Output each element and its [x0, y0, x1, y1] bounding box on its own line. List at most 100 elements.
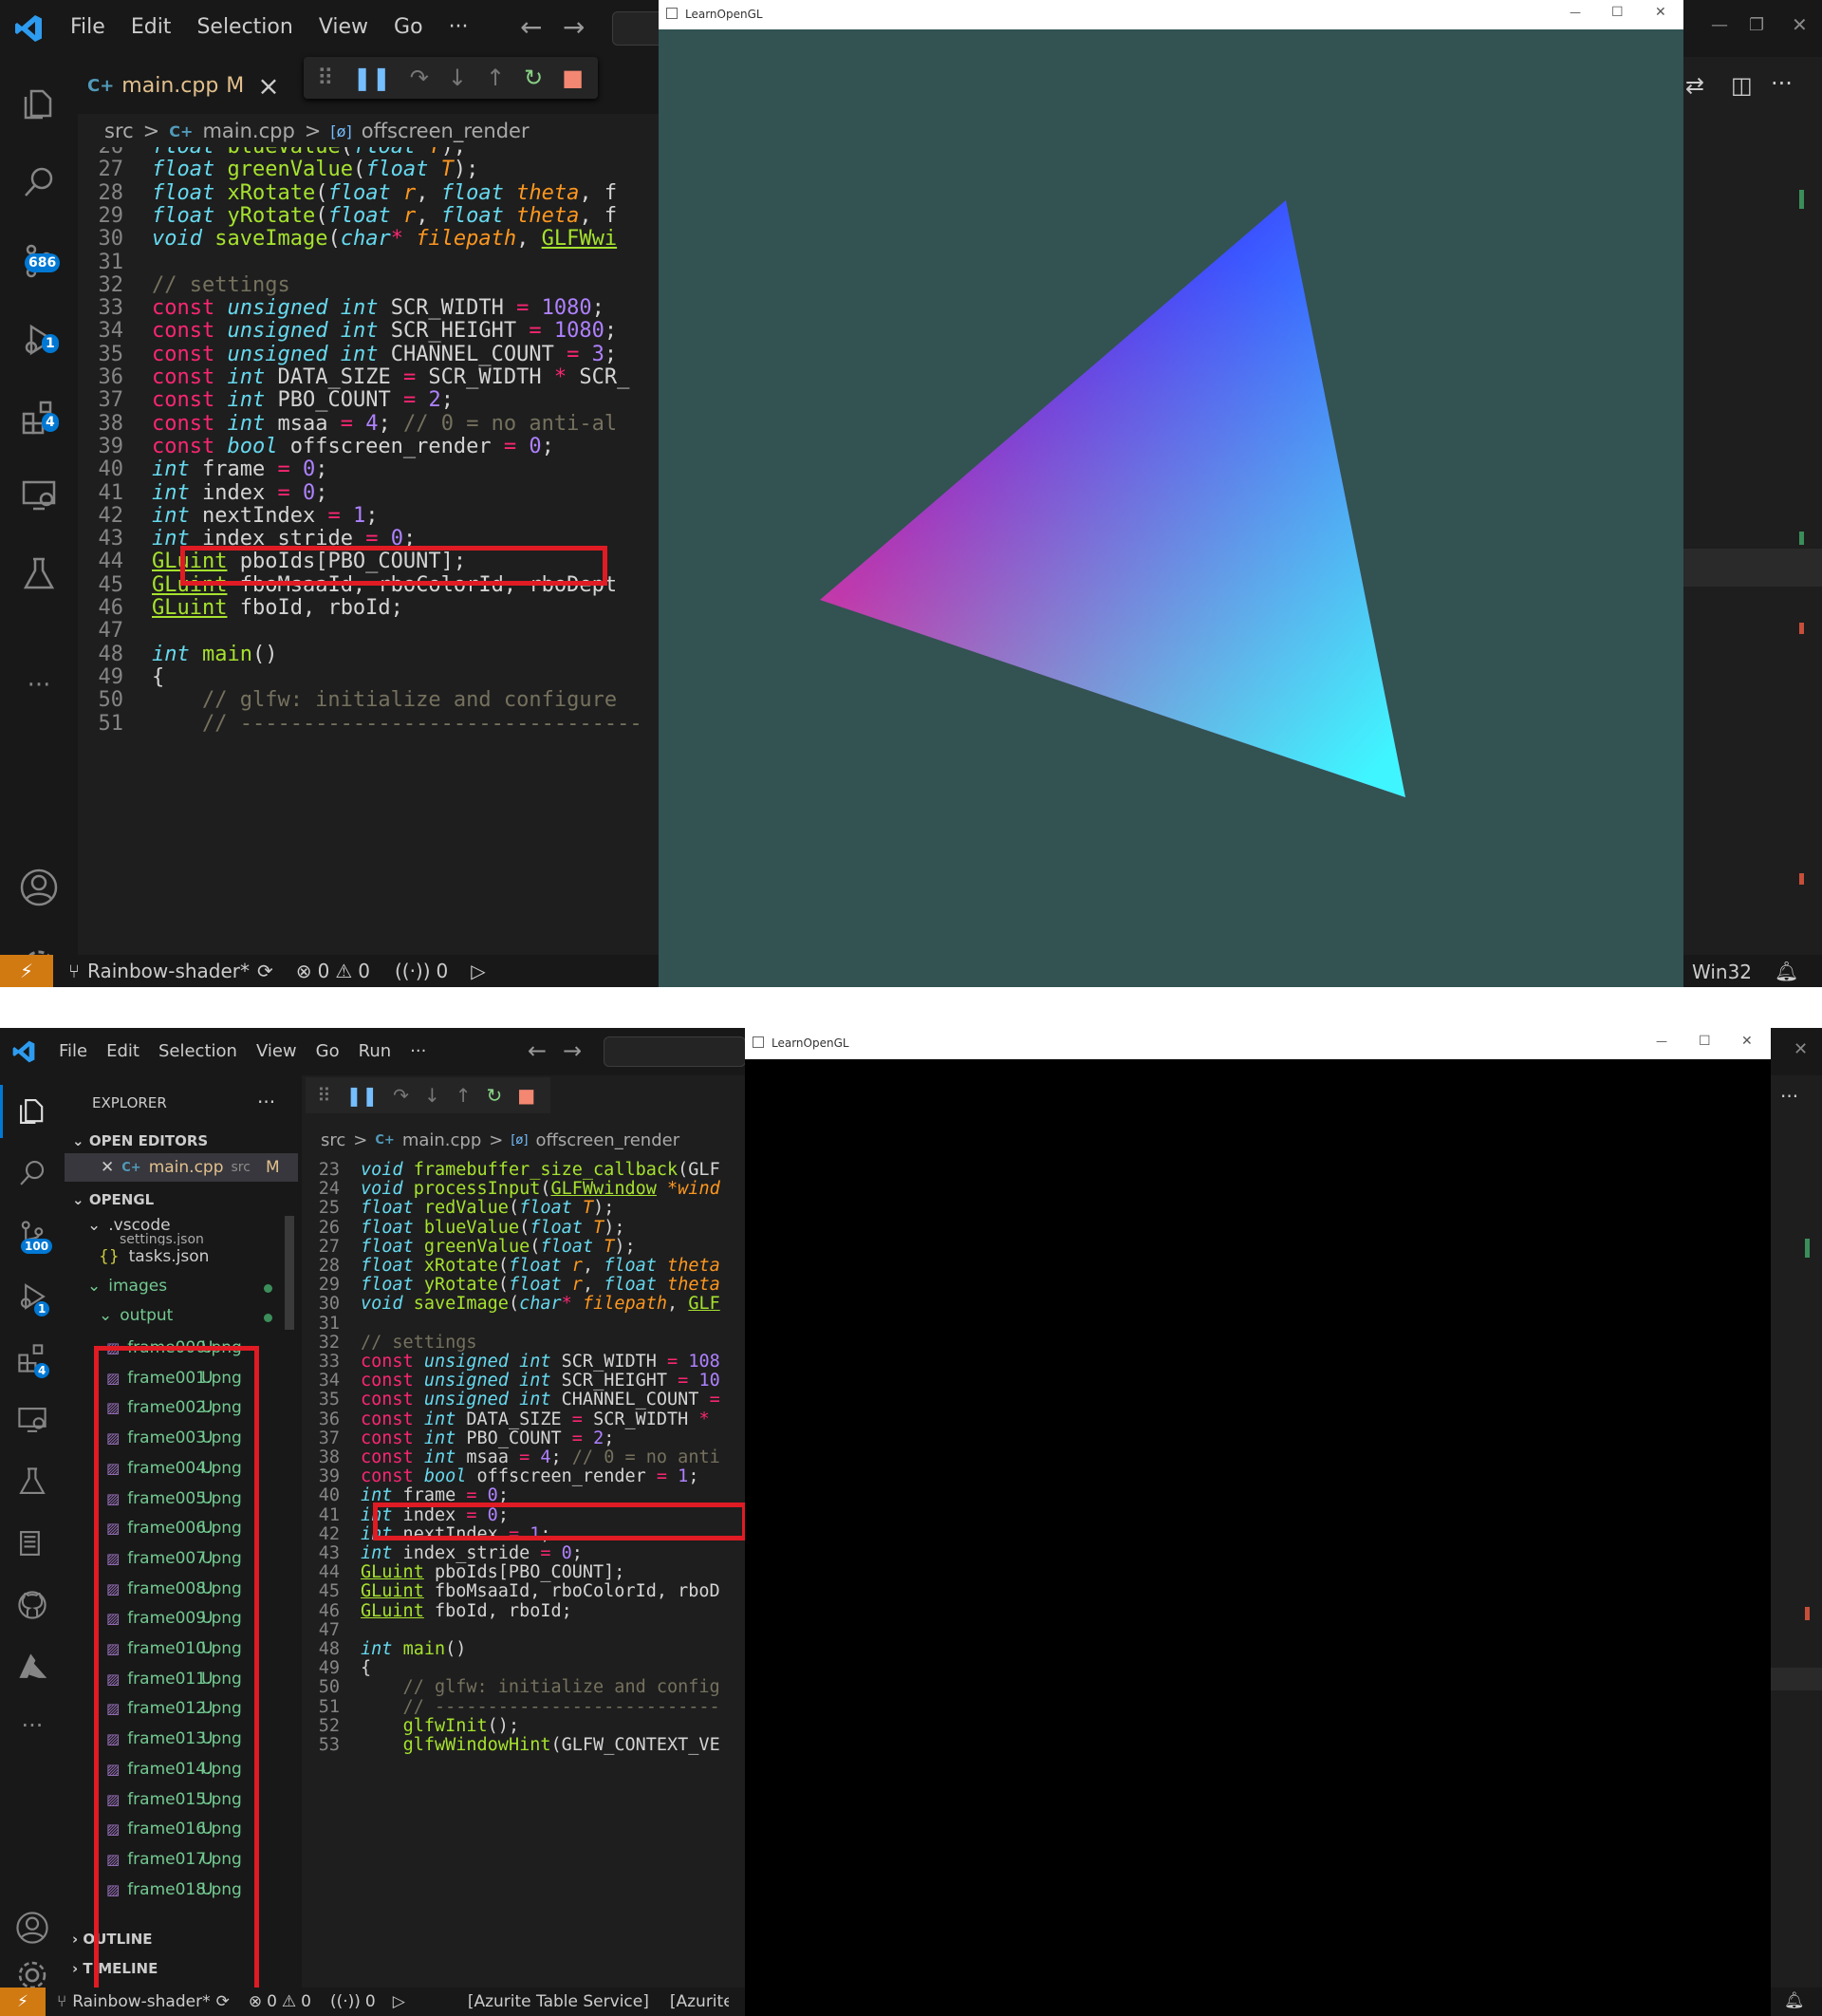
debug-launch-icon[interactable]: ▷ [471, 960, 485, 982]
notifications-bell-icon[interactable]: 🔔︎ [1775, 960, 1798, 982]
stop-icon[interactable]: ■ [562, 65, 584, 91]
code-line[interactable]: 49 { [304, 1658, 371, 1678]
drag-handle-icon[interactable]: ⠿ [317, 65, 334, 91]
file-settings-json[interactable]: settings.json [120, 1232, 204, 1245]
code-line[interactable]: 49 { [78, 665, 165, 689]
code-line[interactable]: 47 [78, 619, 152, 643]
breadcrumb-symbol[interactable]: offscreen_render [362, 120, 530, 142]
compare-changes-icon[interactable]: ⇄ [1685, 72, 1704, 99]
code-line[interactable]: 39 const bool offscreen_render = 0; [78, 435, 554, 458]
tab-close-icon[interactable]: × [257, 70, 279, 102]
menu-item-run[interactable]: Run [359, 1041, 392, 1061]
code-line[interactable]: 31 [78, 251, 152, 274]
code-line[interactable]: 34 const unsigned int SCR_HEIGHT = 1080; [78, 320, 618, 344]
nav-back-icon[interactable]: ← [520, 11, 542, 43]
code-line[interactable]: 35 const unsigned int CHANNEL_COUNT = [304, 1391, 720, 1409]
code-line[interactable]: 46 GLuint fboId, rboId; [304, 1601, 572, 1621]
code-line[interactable]: 40 int frame = 0; [78, 457, 328, 481]
menu-item-go[interactable]: Go [316, 1041, 340, 1061]
code-line[interactable]: 39 const bool offscreen_render = 1; [304, 1466, 699, 1486]
menu-item-selection[interactable]: Selection [196, 15, 292, 39]
restart-icon[interactable]: ↻ [524, 65, 543, 91]
menu-item-view[interactable]: View [256, 1041, 297, 1061]
opengl-window[interactable]: LearnOpenGL — ☐ ✕ [659, 0, 1683, 987]
explorer-icon[interactable] [0, 1085, 65, 1138]
code-line[interactable]: 51 // --------------------------- [304, 1697, 720, 1717]
branch-item[interactable]: ⑂ Rainbow-shader* ⟳ [57, 1992, 230, 2011]
remote-explorer-icon[interactable] [0, 1393, 65, 1447]
nav-forward-icon[interactable]: → [563, 1037, 582, 1064]
menu-item-file[interactable]: File [59, 1041, 87, 1061]
step-over-icon[interactable]: ↷ [410, 65, 429, 91]
open-editor-item[interactable]: ✕ C+ main.cpp src M [65, 1153, 298, 1182]
explorer-icon[interactable] [0, 66, 78, 142]
menu-item-moremoremore[interactable]: ··· [410, 1041, 426, 1061]
step-into-icon[interactable]: ↓ [448, 65, 467, 91]
code-line[interactable]: 34 const unsigned int SCR_HEIGHT = 10 [304, 1371, 720, 1391]
code-line[interactable]: 32 // settings [78, 273, 290, 297]
code-line[interactable]: 41 int index = 0; [78, 481, 328, 505]
code-line[interactable]: 32 // settings [304, 1333, 477, 1353]
editor-tab-main-cpp[interactable]: C+ main.cpp M × [87, 57, 280, 114]
code-line[interactable]: 42 int nextIndex = 1; [78, 504, 379, 528]
branch-item[interactable]: ⑂ Rainbow-shader* ⟳ [68, 960, 273, 982]
code-line[interactable]: 51 // -------------------------------- [78, 712, 642, 736]
azurite-table-service[interactable]: [Azurite Table Service] [468, 1992, 649, 2011]
step-out-icon[interactable]: ↑ [456, 1084, 472, 1107]
remote-indicator-icon[interactable]: ⚡ [0, 955, 53, 987]
notifications-bell-icon[interactable]: 🔔︎ [1784, 1991, 1805, 2010]
run-debug-icon[interactable] [0, 302, 78, 378]
menu-item-selection[interactable]: Selection [158, 1041, 237, 1061]
code-line[interactable]: 27 float greenValue(float T); [78, 158, 479, 181]
step-out-icon[interactable]: ↑ [486, 65, 505, 91]
window-close-icon[interactable]: ✕ [1792, 13, 1808, 36]
code-line[interactable]: 48 int main() [78, 643, 278, 666]
azurite-other-service[interactable]: [Azurite C [670, 1992, 729, 2011]
search-icon[interactable] [0, 1147, 65, 1200]
ports-item[interactable]: ((·)) 0 [395, 960, 448, 982]
github-icon[interactable] [0, 1578, 65, 1632]
code-line[interactable]: 33 const unsigned int SCR_WIDTH = 1080; [78, 296, 604, 320]
code-line[interactable]: 30 void saveImage(char* filepath, GLFWwi [78, 227, 618, 251]
code-line[interactable]: 46 GLuint fboId, rboId; [78, 596, 403, 620]
code-line[interactable]: 47 [304, 1620, 361, 1640]
breadcrumb-file[interactable]: main.cpp [202, 120, 294, 142]
code-line[interactable]: 50 // glfw: initialize and config [304, 1678, 720, 1697]
run-debug-icon[interactable] [0, 1270, 65, 1323]
menu-item-edit[interactable]: Edit [131, 15, 172, 39]
command-center[interactable] [604, 1036, 746, 1067]
code-line[interactable]: 23 void framebuffer_size_callback(GLF [304, 1161, 720, 1180]
drag-handle-icon[interactable]: ⠿ [317, 1084, 331, 1107]
code-line[interactable]: 48 int main() [304, 1639, 467, 1659]
accounts-icon[interactable] [0, 1901, 65, 1954]
folder-images[interactable]: ⌄ images [87, 1277, 167, 1296]
code-editor[interactable]: 23 void framebuffer_size_callback(GLF 24 vo… [304, 1161, 745, 1988]
code-line[interactable]: 38 const int msaa = 4; // 0 = no anti-al [78, 412, 618, 436]
code-line[interactable]: 28 float xRotate(float r, float theta, f [78, 181, 618, 205]
extensions-icon[interactable] [0, 380, 78, 456]
split-editor-icon[interactable]: ◫ [1731, 72, 1753, 99]
code-line[interactable]: 52 glfwInit(); [304, 1716, 519, 1736]
pause-icon[interactable]: ❚❚ [346, 1084, 379, 1107]
window-close-icon[interactable]: ✕ [1794, 1039, 1808, 1059]
menu-item-edit[interactable]: Edit [106, 1041, 139, 1061]
code-line[interactable]: 35 const unsigned int CHANNEL_COUNT = 3; [78, 343, 618, 366]
sync-icon[interactable]: ⟳ [216, 1992, 230, 2011]
menu-item-go[interactable]: Go [394, 15, 423, 39]
docker-icon[interactable] [0, 1517, 65, 1570]
testing-icon[interactable] [0, 1455, 65, 1508]
code-line[interactable]: 37 const int PBO_COUNT = 2; [304, 1428, 615, 1448]
maximize-icon[interactable]: ☐ [1699, 1034, 1711, 1049]
breadcrumb-file[interactable]: main.cpp [402, 1130, 481, 1150]
code-line[interactable]: 24 void processInput(GLFWwindow *wind [304, 1179, 720, 1199]
file-tasks-json[interactable]: {} tasks.json [99, 1247, 209, 1266]
nav-forward-icon[interactable]: → [563, 11, 585, 43]
menu-item-moremoremore[interactable]: ··· [449, 15, 469, 39]
code-line[interactable]: 31 [304, 1314, 361, 1334]
code-line[interactable]: 38 const int msaa = 4; // 0 = no anti [304, 1447, 720, 1467]
more-icon[interactable]: ··· [0, 666, 78, 704]
maximize-icon[interactable]: ☐ [1611, 5, 1624, 20]
azure-icon[interactable] [0, 1640, 65, 1693]
breadcrumb-symbol[interactable]: offscreen_render [535, 1130, 679, 1150]
nav-back-icon[interactable]: ← [528, 1037, 547, 1064]
